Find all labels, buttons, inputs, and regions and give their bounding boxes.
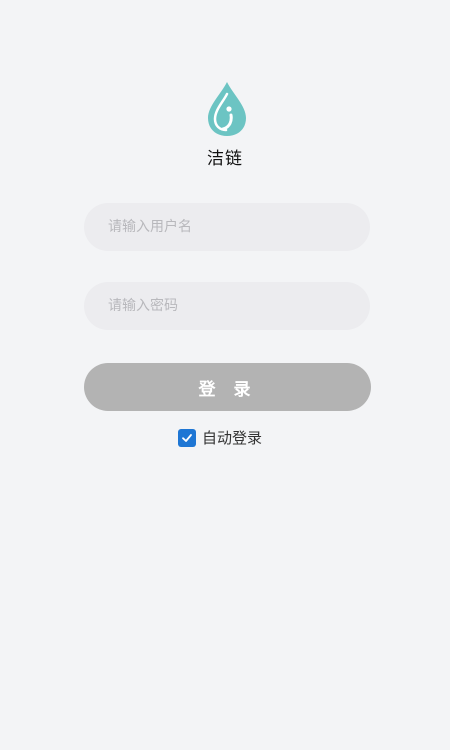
checkmark-icon [182,433,192,442]
login-screen: 洁链 登 录 自动登录 [0,0,450,750]
login-button[interactable]: 登 录 [84,363,371,411]
username-field[interactable] [84,203,370,251]
username-input[interactable] [106,218,348,236]
water-drop-icon [208,82,246,136]
password-field[interactable] [84,282,370,330]
app-name: 洁链 [207,149,243,169]
checkbox-checked-icon[interactable] [178,428,196,447]
auto-login-label: 自动登录 [202,429,263,447]
password-input[interactable] [106,297,348,315]
auto-login-checkbox[interactable]: 自动登录 [178,427,262,448]
